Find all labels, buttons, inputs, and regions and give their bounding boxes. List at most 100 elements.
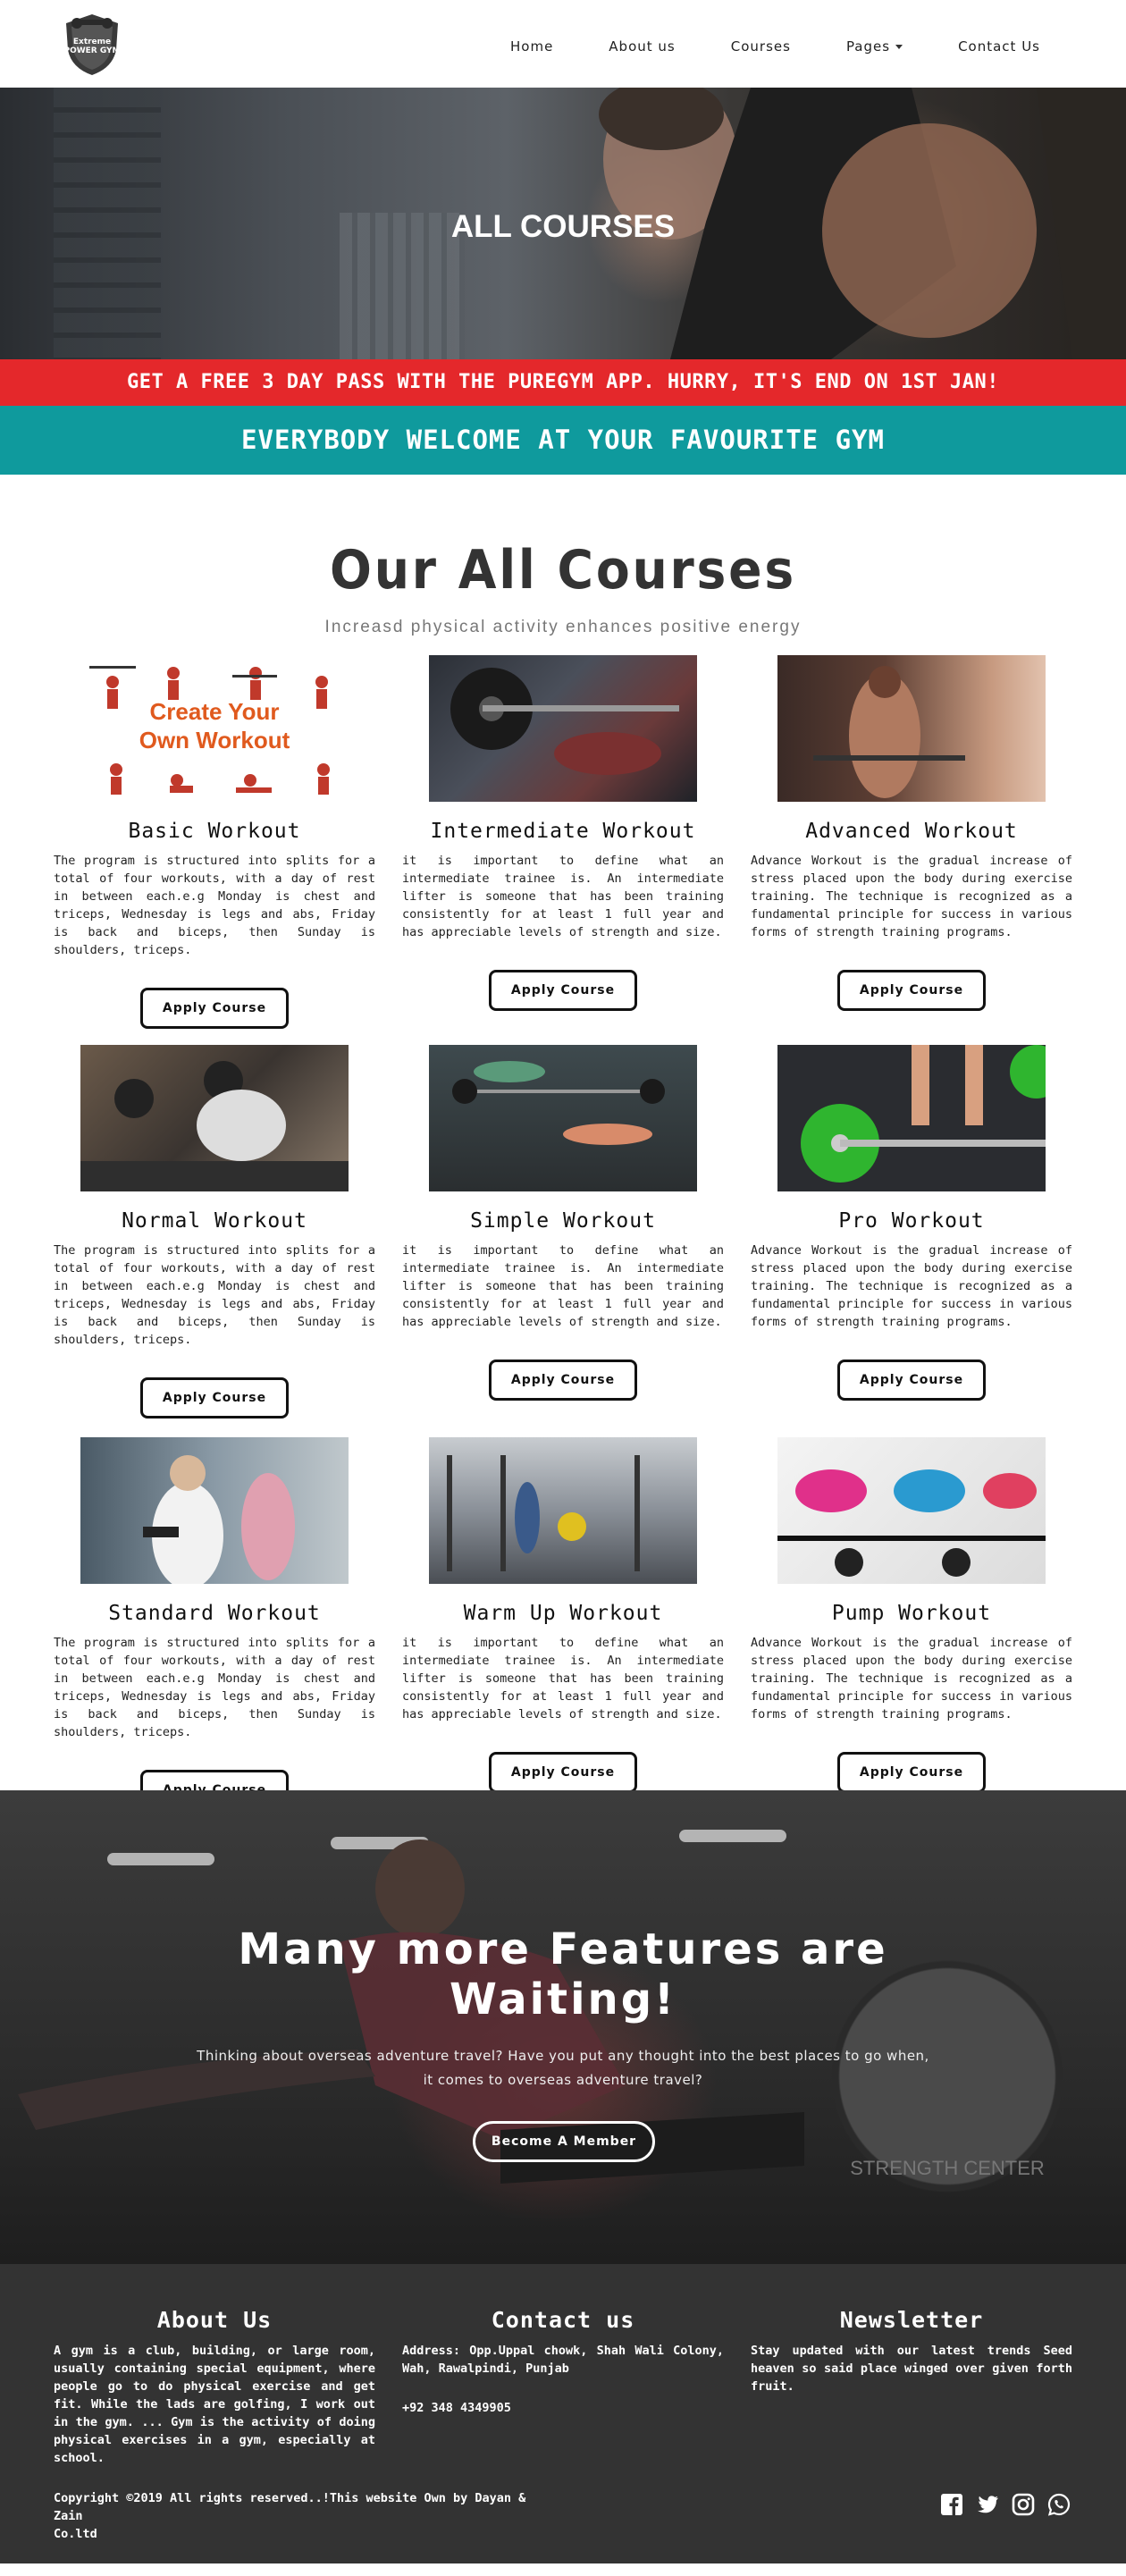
dumbbell-press-image — [80, 1061, 349, 1191]
social-links — [940, 2493, 1071, 2516]
instagram-icon[interactable] — [1012, 2493, 1035, 2516]
courses-heading: Our All Courses — [330, 539, 796, 602]
banner-title-line: Many more Features are — [238, 1924, 888, 1974]
course-image — [429, 655, 697, 802]
banner-text: Thinking about overseas adventure travel… — [179, 2044, 947, 2092]
footer-newsletter-text: Stay updated with our latest trends Seed… — [751, 2344, 1072, 2394]
footer-contact: Contact us Address: Opp.Uppal chowk, Sha… — [402, 2307, 724, 2417]
apply-course-button[interactable]: Apply Course — [140, 988, 289, 1029]
course-title: Pro Workout — [838, 1209, 985, 1233]
green-plates-deadlift-image — [801, 1045, 1046, 1183]
course-image — [80, 1045, 349, 1191]
gym-logo[interactable]: Extreme POWER GYM — [63, 13, 122, 77]
footer-about: About Us A gym is a club, building, or l… — [54, 2307, 375, 2467]
whatsapp-icon[interactable] — [1047, 2493, 1071, 2516]
floor-exercise-image — [452, 1061, 665, 1145]
apply-course-button[interactable]: Apply Course — [489, 970, 637, 1011]
apply-course-button[interactable]: Apply Course — [837, 1752, 986, 1793]
svg-text:Own Workout: Own Workout — [139, 727, 290, 753]
course-title: Intermediate Workout — [430, 820, 696, 843]
courses-grid: Create Your Own Workout Basic Workout Th… — [0, 637, 1126, 1811]
course-card: Warm Up Workout it is important to defin… — [402, 1437, 724, 1793]
apply-course-button[interactable]: Apply Course — [140, 1377, 289, 1418]
course-card: Create Your Own Workout Basic Workout Th… — [54, 655, 375, 1029]
footer-about-title: About Us — [156, 2307, 273, 2333]
footer-newsletter-title: Newsletter — [839, 2307, 984, 2333]
facebook-icon[interactable] — [940, 2493, 963, 2516]
banner-text-line: Thinking about overseas adventure travel… — [197, 2048, 929, 2064]
course-image — [429, 1045, 697, 1191]
course-description: The program is structured into splits fo… — [54, 1636, 375, 1739]
nav-about-us[interactable]: About us — [609, 38, 675, 55]
courses-subheading: Increasd physical activity enhances posi… — [324, 618, 802, 636]
svg-text:Create Your: Create Your — [150, 698, 280, 725]
course-card: Simple Workout it is important to define… — [402, 1045, 724, 1401]
course-image: Create Your Own Workout — [80, 655, 349, 802]
top-navbar: Extreme POWER GYM Home About us Courses … — [0, 0, 1126, 88]
banner-athlete-image: STRENGTH CENTER — [18, 1839, 1045, 2184]
course-image — [777, 655, 1046, 802]
footer: About Us A gym is a club, building, or l… — [0, 2264, 1126, 2563]
nav-contact-us[interactable]: Contact Us — [958, 38, 1040, 55]
course-description: Advance Workout is the gradual increase … — [751, 1636, 1072, 1722]
nav-pages-label: Pages — [845, 38, 891, 55]
course-card: Pump Workout Advance Workout is the grad… — [751, 1437, 1072, 1793]
footer-address: Address: Opp.Uppal chowk, Shah Wali Colo… — [402, 2344, 724, 2376]
apply-course-button[interactable]: Apply Course — [837, 970, 986, 1011]
footer-about-text: A gym is a club, building, or large room… — [54, 2344, 375, 2465]
course-image — [777, 1437, 1046, 1584]
course-card: Standard Workout The program is structur… — [54, 1437, 375, 1811]
twitter-icon[interactable] — [976, 2493, 999, 2516]
hero-title: ALL COURSES — [450, 209, 676, 244]
course-title: Basic Workout — [128, 820, 301, 843]
become-member-button[interactable]: Become A Member — [473, 2121, 655, 2162]
hero-banner: ALL COURSES — [0, 88, 1126, 359]
barbell-curl-image — [813, 666, 965, 798]
membership-banner: STRENGTH CENTER Many more Features are Wa… — [0, 1790, 1126, 2264]
nav-home[interactable]: Home — [510, 38, 553, 55]
promo-bar: GET A FREE 3 DAY PASS WITH THE PUREGYM A… — [0, 359, 1126, 406]
course-card: Advanced Workout Advance Workout is the … — [751, 655, 1072, 1011]
course-title: Simple Workout — [470, 1209, 656, 1233]
course-title: Standard Workout — [108, 1602, 321, 1625]
course-title: Advanced Workout — [805, 820, 1018, 843]
apply-course-button[interactable]: Apply Course — [489, 1752, 637, 1793]
course-description: it is important to define what an interm… — [402, 854, 724, 939]
spin-class-image — [777, 1469, 1046, 1577]
footer-phone[interactable]: +92 348 4349905 — [402, 2399, 724, 2417]
course-title: Pump Workout — [831, 1602, 992, 1625]
gym-floor-image — [447, 1455, 640, 1571]
course-description: Advance Workout is the gradual increase … — [751, 1243, 1072, 1329]
copyright-line: Co.ltd — [54, 2527, 97, 2541]
course-image — [777, 1045, 1046, 1191]
course-image — [429, 1437, 697, 1584]
course-title: Normal Workout — [122, 1209, 307, 1233]
caret-down-icon — [895, 45, 903, 49]
footer-contact-title: Contact us — [491, 2307, 635, 2333]
course-description: The program is structured into splits fo… — [54, 854, 375, 957]
course-description: The program is structured into splits fo… — [54, 1243, 375, 1347]
workout-figures-illustration: Create Your Own Workout — [89, 666, 330, 795]
copyright: Copyright ©2019 All rights reserved..!Th… — [54, 2489, 554, 2543]
course-title: Warm Up Workout — [463, 1602, 663, 1625]
course-card: Pro Workout Advance Workout is the gradu… — [751, 1045, 1072, 1401]
group-dumbbell-image — [143, 1455, 295, 1584]
main-menu: Home About us Courses Pages Contact Us — [455, 0, 1040, 93]
logo-text: Extreme POWER GYM — [63, 38, 121, 55]
banner-text-line: it comes to overseas adventure travel? — [423, 2072, 703, 2088]
course-card: Normal Workout The program is structured… — [54, 1045, 375, 1418]
banner-title: Many more Features are Waiting! — [0, 1924, 1126, 2025]
nav-pages-dropdown[interactable]: Pages — [846, 38, 903, 55]
bench-press-image — [450, 668, 679, 775]
svg-text:STRENGTH CENTER: STRENGTH CENTER — [850, 2157, 1045, 2179]
course-description: it is important to define what an interm… — [402, 1636, 724, 1722]
course-card: Intermediate Workout it is important to … — [402, 655, 724, 1011]
course-description: it is important to define what an interm… — [402, 1243, 724, 1329]
apply-course-button[interactable]: Apply Course — [837, 1360, 986, 1401]
nav-courses[interactable]: Courses — [731, 38, 791, 55]
banner-title-line: Waiting! — [450, 1974, 676, 2025]
copyright-line: Copyright ©2019 All rights reserved..!Th… — [54, 2491, 526, 2523]
welcome-bar: EVERYBODY WELCOME AT YOUR FAVOURITE GYM — [0, 406, 1126, 475]
course-image — [80, 1437, 349, 1584]
apply-course-button[interactable]: Apply Course — [489, 1360, 637, 1401]
